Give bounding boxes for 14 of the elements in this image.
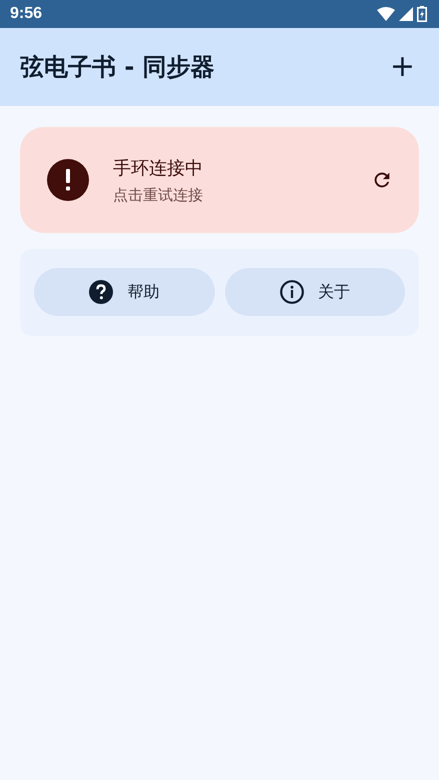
wifi-icon <box>377 7 395 21</box>
battery-icon <box>417 6 427 22</box>
signal-icon <box>399 7 413 21</box>
status-time: 9:56 <box>10 5 42 23</box>
app-title: 弦电子书 - 同步器 <box>20 52 216 83</box>
info-icon <box>280 280 304 304</box>
add-button[interactable]: + <box>386 52 419 82</box>
error-icon <box>47 159 89 201</box>
about-button[interactable]: 关于 <box>224 268 405 316</box>
connection-card[interactable]: 手环连接中 点击重试连接 <box>20 127 419 233</box>
retry-hint: 点击重试连接 <box>113 186 204 204</box>
help-icon <box>89 280 114 304</box>
connection-status: 手环连接中 <box>113 156 204 180</box>
help-button[interactable]: 帮助 <box>34 268 214 316</box>
